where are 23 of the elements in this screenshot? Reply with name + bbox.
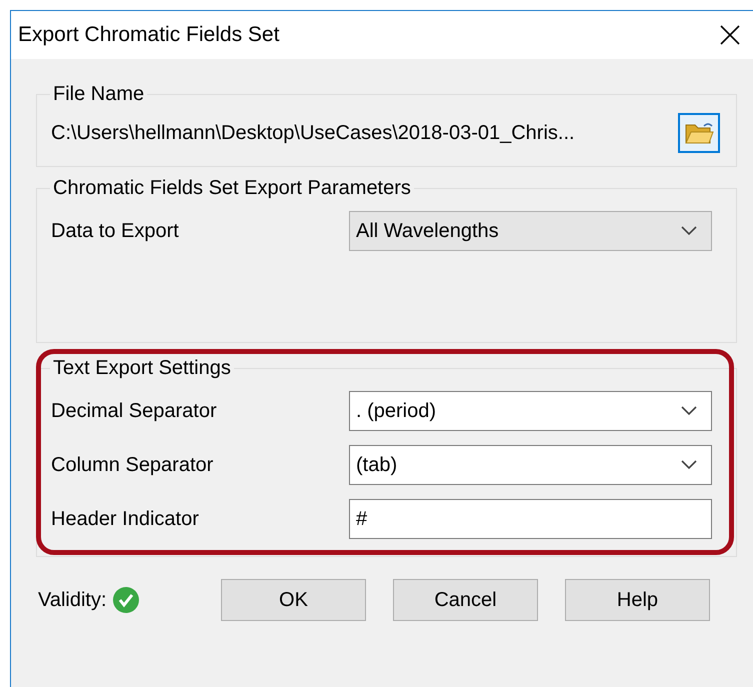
combo-box[interactable]: (tab) <box>349 445 712 485</box>
chevron-down-icon <box>681 406 697 416</box>
validity-label: Validity: <box>38 588 107 612</box>
field-label: Decimal Separator <box>51 400 218 422</box>
window-title: Export Chromatic Fields Set <box>18 23 280 47</box>
group-title: File Name <box>52 83 146 106</box>
chevron-down-icon <box>681 226 697 236</box>
folder-icon <box>684 120 714 146</box>
chevron-down-icon <box>681 460 697 470</box>
close-icon[interactable] <box>719 24 741 46</box>
file-path: C:\Users\hellmann\Desktop\UseCases\2018-03-01_Chris... <box>51 122 575 144</box>
field-label: Header Indicator <box>51 508 200 530</box>
input-field[interactable]: # <box>349 499 712 539</box>
dialog-button[interactable]: Help <box>565 579 710 621</box>
field-label: Data to Export <box>51 220 180 242</box>
dialog-button[interactable]: Cancel <box>393 579 538 621</box>
browse-button[interactable] <box>678 113 720 153</box>
group-title: Text Export Settings <box>52 357 232 380</box>
dialog-button[interactable]: OK <box>221 579 366 621</box>
group-title: Chromatic Fields Set Export Parameters <box>52 177 412 200</box>
combo-box[interactable]: . (period) <box>349 391 712 431</box>
field-label: Column Separator <box>51 454 214 476</box>
dropdown[interactable]: All Wavelengths <box>349 211 712 251</box>
